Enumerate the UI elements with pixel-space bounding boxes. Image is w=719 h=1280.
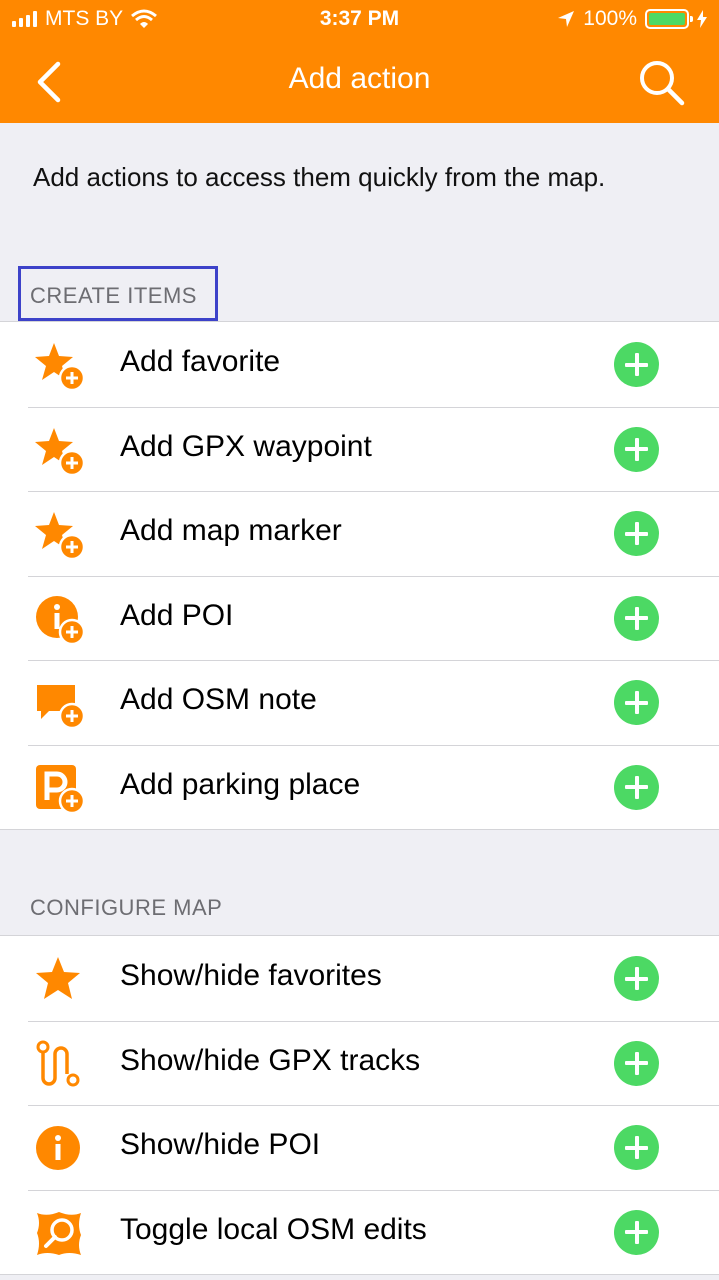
osm-edits-icon — [37, 1211, 81, 1255]
configure-map-list: Show/hide favorites Show/hide GPX tracks… — [0, 935, 719, 1275]
star-plus-icon — [35, 427, 85, 476]
add-button[interactable] — [614, 1209, 659, 1255]
battery-icon — [645, 9, 693, 29]
list-item[interactable]: Toggle local OSM edits — [0, 1189, 719, 1275]
add-button[interactable] — [614, 956, 659, 1001]
page-title: Add action — [288, 62, 431, 95]
list-item-label: Add GPX waypoint — [120, 429, 372, 463]
search-button[interactable] — [637, 58, 685, 106]
section-title-create-items: CREATE ITEMS — [30, 283, 197, 308]
navigation-bar: Add action — [0, 40, 719, 123]
info-icon — [36, 1126, 80, 1170]
location-arrow-icon — [558, 11, 575, 27]
description-text: Add actions to access them quickly from … — [33, 162, 606, 192]
list-item[interactable]: Add OSM note — [0, 660, 719, 745]
star-plus-icon — [35, 512, 85, 560]
list-item-label: Toggle local OSM edits — [120, 1212, 427, 1246]
info-plus-icon — [36, 595, 85, 645]
list-item[interactable]: Add GPX waypoint — [0, 406, 719, 492]
list-item[interactable]: Show/hide GPX tracks — [0, 1020, 719, 1106]
note-plus-icon — [37, 685, 85, 729]
header: MTS BY 3:37 PM 100% Add action — [0, 0, 719, 123]
add-button[interactable] — [614, 1040, 659, 1086]
battery-percent: 100% — [583, 7, 637, 30]
list-item[interactable]: Add map marker — [0, 491, 719, 576]
star-icon — [36, 957, 80, 999]
add-button[interactable] — [614, 1125, 659, 1170]
list-item-label: Add map marker — [120, 514, 342, 547]
list-item[interactable]: Add parking place — [0, 744, 719, 830]
list-item[interactable]: Add favorite — [0, 322, 719, 407]
add-button[interactable] — [614, 342, 659, 387]
add-button[interactable] — [614, 511, 659, 556]
list-item-label: Show/hide GPX tracks — [120, 1043, 421, 1077]
add-button[interactable] — [614, 595, 659, 641]
list-item-label: Show/hide POI — [120, 1128, 321, 1161]
list-item-label: Add parking place — [120, 767, 361, 801]
add-button[interactable] — [614, 680, 659, 725]
add-button[interactable] — [614, 426, 659, 472]
star-plus-icon — [35, 343, 85, 391]
list-item-label: Show/hide favorites — [120, 959, 382, 992]
track-icon — [36, 1040, 80, 1086]
list-item-label: Add OSM note — [120, 683, 317, 716]
list-item[interactable]: Show/hide favorites — [0, 936, 719, 1021]
parking-plus-icon — [36, 764, 85, 814]
status-bar: MTS BY 3:37 PM 100% — [0, 0, 719, 40]
list-item[interactable]: Add POI — [0, 575, 719, 661]
add-button[interactable] — [614, 764, 659, 810]
list-item[interactable]: Show/hide POI — [0, 1105, 719, 1190]
section-title-configure-map: CONFIGURE MAP — [30, 895, 223, 920]
list-item-label: Add POI — [120, 598, 234, 632]
list-item-label: Add favorite — [120, 345, 281, 378]
create-items-list: Add favorite Add GPX waypoint Add map ma… — [0, 321, 719, 830]
charging-icon — [697, 10, 707, 28]
